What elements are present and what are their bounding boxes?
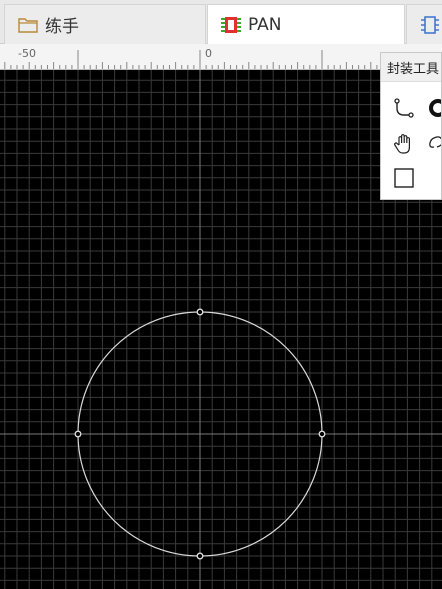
tab-bar: 练手 PAN xyxy=(0,0,442,44)
ruler-ticks xyxy=(4,50,439,69)
select-lasso-icon[interactable] xyxy=(423,131,441,157)
wire-tool-icon[interactable] xyxy=(391,95,417,121)
handle-right xyxy=(318,430,326,438)
footprint-canvas[interactable] xyxy=(0,70,442,589)
canvas-grid xyxy=(0,70,442,589)
panel-title: 封装工具 xyxy=(387,62,440,77)
tab-chip[interactable] xyxy=(406,4,442,44)
arc-tool-icon[interactable] xyxy=(423,95,441,121)
tab-lianshou[interactable]: 练手 xyxy=(4,4,206,44)
grid-lines xyxy=(0,70,442,589)
ruler-label-0: 0 xyxy=(205,47,212,60)
footprint-chip-icon xyxy=(220,15,242,35)
horizontal-ruler: -50 0 xyxy=(0,44,442,70)
handle-bottom xyxy=(196,552,204,560)
footprint-tools-panel: 封装工具 xyxy=(380,52,442,200)
chip-icon xyxy=(419,15,441,35)
handle-top xyxy=(196,308,204,316)
handle-left xyxy=(74,430,82,438)
pan-hand-icon[interactable] xyxy=(391,131,417,157)
tab-pan[interactable]: PAN xyxy=(207,4,405,44)
rectangle-tool-icon[interactable] xyxy=(391,165,417,191)
tab-label: PAN xyxy=(248,14,282,35)
folder-icon xyxy=(17,15,39,35)
ruler-label-minus-50: -50 xyxy=(18,47,36,60)
tab-label: 练手 xyxy=(45,17,79,37)
